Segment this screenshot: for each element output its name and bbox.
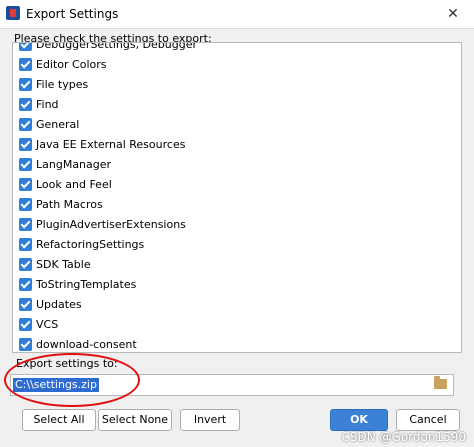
- item-label: SDK Table: [36, 258, 91, 271]
- item-label: RefactoringSettings: [36, 238, 145, 251]
- checkbox[interactable]: [19, 58, 32, 71]
- item-label: Path Macros: [36, 198, 103, 211]
- folder-icon[interactable]: [434, 376, 447, 389]
- annotation-circle: [4, 353, 140, 407]
- list-item[interactable]: Updates: [13, 295, 461, 315]
- checkbox[interactable]: [19, 318, 32, 331]
- item-label: VCS: [36, 318, 59, 331]
- checkbox[interactable]: [19, 218, 32, 231]
- item-label: DebuggerSettings, Debugger: [36, 42, 198, 51]
- item-label: download-consent: [36, 338, 137, 351]
- item-label: Updates: [36, 298, 82, 311]
- list-item[interactable]: Find: [13, 95, 461, 115]
- ok-button[interactable]: OK: [330, 409, 388, 431]
- cancel-button[interactable]: Cancel: [396, 409, 460, 431]
- checkbox[interactable]: [19, 178, 32, 191]
- checkbox[interactable]: [19, 43, 32, 51]
- item-label: ToStringTemplates: [36, 278, 137, 291]
- item-label: LangManager: [36, 158, 112, 171]
- checkbox[interactable]: [19, 338, 32, 351]
- title-bar: Export Settings ✕: [0, 0, 474, 29]
- checkbox[interactable]: [19, 198, 32, 211]
- list-item[interactable]: File types: [13, 75, 461, 95]
- checkbox[interactable]: [19, 298, 32, 311]
- close-button[interactable]: ✕: [444, 5, 462, 23]
- list-item[interactable]: Path Macros: [13, 195, 461, 215]
- item-label: Look and Feel: [36, 178, 112, 191]
- item-label: Find: [36, 98, 59, 111]
- item-label: Java EE External Resources: [36, 138, 186, 151]
- select-none-button[interactable]: Select None: [98, 409, 172, 431]
- select-all-button[interactable]: Select All: [22, 409, 96, 431]
- list-item[interactable]: SDK Table: [13, 255, 461, 275]
- list-item[interactable]: Editor Colors: [13, 55, 461, 75]
- checkbox[interactable]: [19, 238, 32, 251]
- item-label: General: [36, 118, 80, 131]
- list-item[interactable]: RefactoringSettings: [13, 235, 461, 255]
- list-item[interactable]: Look and Feel: [13, 175, 461, 195]
- list-item[interactable]: VCS: [13, 315, 461, 335]
- checkbox[interactable]: [19, 258, 32, 271]
- watermark-text: CSDN @Gordon1590: [341, 430, 467, 444]
- item-label: PluginAdvertiserExtensions: [36, 218, 186, 231]
- item-label: Editor Colors: [36, 58, 107, 71]
- checkbox[interactable]: [19, 138, 32, 151]
- list-item[interactable]: Java EE External Resources: [13, 135, 461, 155]
- list-item[interactable]: DebuggerSettings, Debugger: [13, 42, 461, 55]
- list-item[interactable]: LangManager: [13, 155, 461, 175]
- checkbox[interactable]: [19, 98, 32, 111]
- settings-list[interactable]: DebuggerSettings, Debugger Editor Colors…: [12, 42, 462, 353]
- checkbox[interactable]: [19, 278, 32, 291]
- checkbox[interactable]: [19, 158, 32, 171]
- checkbox[interactable]: [19, 78, 32, 91]
- app-logo-icon: [6, 6, 20, 20]
- list-item[interactable]: download-consent: [13, 335, 461, 352]
- checkbox[interactable]: [19, 118, 32, 131]
- list-item[interactable]: PluginAdvertiserExtensions: [13, 215, 461, 235]
- list-item[interactable]: ToStringTemplates: [13, 275, 461, 295]
- window-title: Export Settings: [26, 7, 119, 21]
- list-item[interactable]: General: [13, 115, 461, 135]
- invert-button[interactable]: Invert: [180, 409, 240, 431]
- item-label: File types: [36, 78, 89, 91]
